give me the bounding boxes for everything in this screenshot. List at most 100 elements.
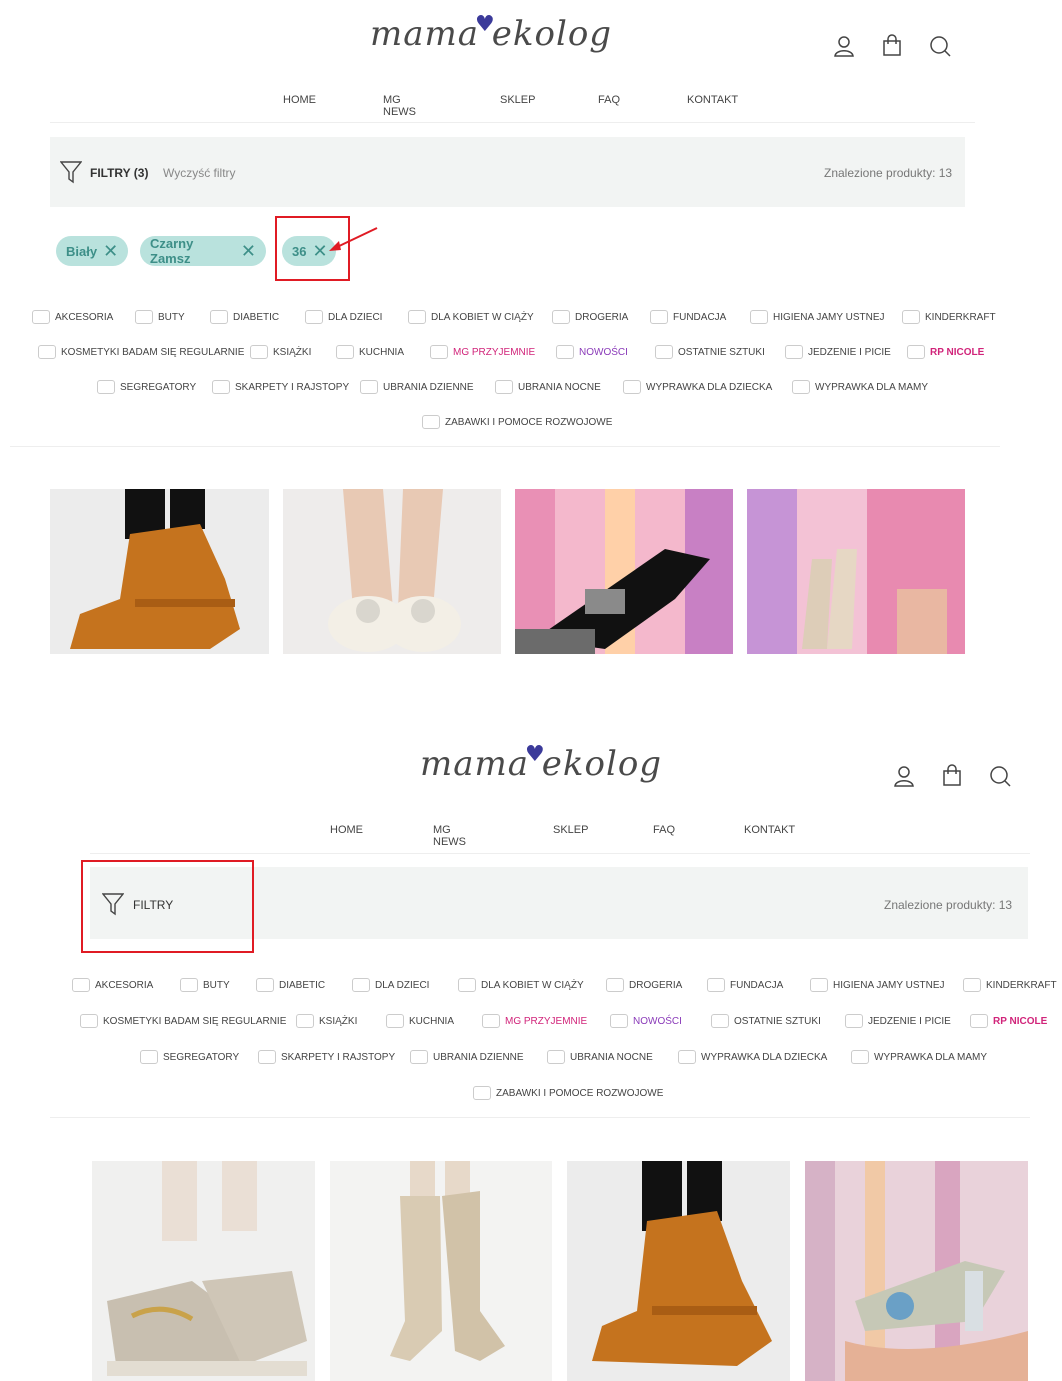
nav-mg-news[interactable]: MG NEWS	[383, 94, 416, 118]
category-dla-kobiet-w-ciazy[interactable]: DLA KOBIET W CIĄŻY	[408, 310, 534, 324]
category-drogeria[interactable]: DROGERIA	[552, 310, 628, 324]
category-akcesoria[interactable]: AKCESORIA	[32, 310, 113, 324]
user-icon[interactable]	[832, 34, 856, 58]
category-akcesoria[interactable]: AKCESORIA	[72, 978, 153, 992]
close-icon[interactable]: ✕	[241, 242, 256, 260]
search-icon[interactable]	[928, 34, 952, 58]
category-segregatory[interactable]: SEGREGATORY	[140, 1050, 239, 1064]
category-wyprawka-dla-mamy[interactable]: WYPRAWKA DLA MAMY	[851, 1050, 987, 1064]
category-dla-dzieci[interactable]: DLA DZIECI	[352, 978, 429, 992]
nav-mg-news[interactable]: MG NEWS	[433, 824, 466, 848]
category-wyprawka-dla-mamy[interactable]: WYPRAWKA DLA MAMY	[792, 380, 928, 394]
funnel-icon[interactable]	[60, 160, 82, 184]
divider	[10, 446, 1000, 447]
stroller-icon	[902, 310, 920, 324]
category-nowosci[interactable]: NOWOŚCI	[610, 1014, 682, 1028]
category-rp-nicole[interactable]: RP NICOLE	[907, 345, 984, 359]
category-jedzenie-i-picie[interactable]: JEDZENIE I PICIE	[785, 345, 891, 359]
category-buty[interactable]: BUTY	[135, 310, 185, 324]
category-diabetic[interactable]: DIABETIC	[210, 310, 279, 324]
category-mg-przyjemnie[interactable]: MG PRZYJEMNIE	[482, 1014, 587, 1028]
folder-icon	[140, 1050, 158, 1064]
product-image-clear-heel-sandal[interactable]	[805, 1161, 1028, 1381]
category-ostatnie-sztuki[interactable]: OSTATNIE SZTUKI	[655, 345, 765, 359]
divider	[50, 122, 975, 123]
product-image-suede-boot[interactable]	[567, 1161, 790, 1381]
user-icon[interactable]	[892, 764, 916, 788]
filter-chip-white[interactable]: Biały ✕	[56, 236, 128, 266]
search-icon[interactable]	[988, 764, 1012, 788]
kitchen-icon	[336, 345, 354, 359]
product-image-chain-loafers[interactable]	[92, 1161, 315, 1381]
lace-heels-image	[747, 489, 965, 654]
filter-toggle[interactable]: FILTRY (3)	[90, 166, 148, 180]
divider	[90, 853, 1030, 854]
pajamas-icon	[547, 1050, 565, 1064]
category-ubrania-nocne[interactable]: UBRANIA NOCNE	[547, 1050, 653, 1064]
category-kuchnia[interactable]: KUCHNIA	[386, 1014, 454, 1028]
bottle-icon	[482, 1014, 500, 1028]
category-zabawki[interactable]: ZABAWKI I POMOCE ROZWOJOWE	[473, 1086, 663, 1100]
category-ubrania-dzienne[interactable]: UBRANIA DZIENNE	[360, 380, 474, 394]
category-ubrania-dzienne[interactable]: UBRANIA DZIENNE	[410, 1050, 524, 1064]
category-ksiazki[interactable]: KSIĄŻKI	[296, 1014, 357, 1028]
category-kuchnia[interactable]: KUCHNIA	[336, 345, 404, 359]
category-higiena-jamy-ustnej[interactable]: HIGIENA JAMY USTNEJ	[810, 978, 945, 992]
category-drogeria[interactable]: DROGERIA	[606, 978, 682, 992]
category-zabawki[interactable]: ZABAWKI I POMOCE ROZWOJOWE	[422, 415, 612, 429]
sock-icon	[258, 1050, 276, 1064]
nav-kontakt[interactable]: KONTAKT	[687, 94, 738, 106]
clear-filters-link[interactable]: Wyczyść filtry	[163, 166, 236, 180]
category-rp-nicole[interactable]: RP NICOLE	[970, 1014, 1047, 1028]
nav-faq[interactable]: FAQ	[598, 94, 620, 106]
category-kinderkraft[interactable]: KINDERKRAFT	[902, 310, 996, 324]
category-higiena-jamy-ustnej[interactable]: HIGIENA JAMY USTNEJ	[750, 310, 885, 324]
category-segregatory[interactable]: SEGREGATORY	[97, 380, 196, 394]
tshirt-icon	[305, 310, 323, 324]
cowboy-boots-image	[330, 1161, 552, 1381]
product-image-lace-heels[interactable]	[747, 489, 965, 654]
site-logo[interactable]: mama♥ekolog	[370, 12, 612, 54]
category-buty[interactable]: BUTY	[180, 978, 230, 992]
filter-chip-black-suede[interactable]: Czarny Zamsz ✕	[140, 236, 266, 266]
book-icon	[296, 1014, 314, 1028]
bag-icon[interactable]	[940, 764, 964, 788]
nav-home[interactable]: HOME	[283, 94, 316, 106]
close-icon[interactable]: ✕	[103, 242, 118, 260]
category-kinderkraft[interactable]: KINDERKRAFT	[963, 978, 1057, 992]
gift-icon	[851, 1050, 869, 1064]
heart-icon	[655, 345, 673, 359]
product-image-suede-boot[interactable]	[50, 489, 269, 654]
nav-faq[interactable]: FAQ	[653, 824, 675, 836]
category-mg-przyjemnie[interactable]: MG PRZYJEMNIE	[430, 345, 535, 359]
site-logo[interactable]: mama♥ekolog	[420, 742, 662, 784]
category-ksiazki[interactable]: KSIĄŻKI	[250, 345, 311, 359]
category-fundacja[interactable]: FUNDACJA	[707, 978, 783, 992]
ribbon-icon	[707, 978, 725, 992]
category-dla-kobiet-w-ciazy[interactable]: DLA KOBIET W CIĄŻY	[458, 978, 584, 992]
nav-sklep[interactable]: SKLEP	[500, 94, 535, 106]
category-wyprawka-dla-dziecka[interactable]: WYPRAWKA DLA DZIECKA	[678, 1050, 827, 1064]
folder-icon	[97, 380, 115, 394]
product-image-black-pumps[interactable]	[515, 489, 733, 654]
product-image-cowboy-boots[interactable]	[330, 1161, 552, 1381]
category-kosmetyki[interactable]: KOSMETYKI BADAM SIĘ REGULARNIE	[38, 345, 244, 359]
book-icon	[250, 345, 268, 359]
category-skarpety[interactable]: SKARPETY I RAJSTOPY	[212, 380, 349, 394]
nav-sklep[interactable]: SKLEP	[553, 824, 588, 836]
bag-icon[interactable]	[880, 34, 904, 58]
category-kosmetyki[interactable]: KOSMETYKI BADAM SIĘ REGULARNIE	[80, 1014, 286, 1028]
category-ubrania-nocne[interactable]: UBRANIA NOCNE	[495, 380, 601, 394]
nav-home[interactable]: HOME	[330, 824, 363, 836]
nav-kontakt[interactable]: KONTAKT	[744, 824, 795, 836]
category-skarpety[interactable]: SKARPETY I RAJSTOPY	[258, 1050, 395, 1064]
category-dla-dzieci[interactable]: DLA DZIECI	[305, 310, 382, 324]
category-nowosci[interactable]: NOWOŚCI	[556, 345, 628, 359]
category-ostatnie-sztuki[interactable]: OSTATNIE SZTUKI	[711, 1014, 821, 1028]
category-jedzenie-i-picie[interactable]: JEDZENIE I PICIE	[845, 1014, 951, 1028]
category-fundacja[interactable]: FUNDACJA	[650, 310, 726, 324]
screenshot-panel-filtered: mama♥ekolog HOME MG NEWS SKLEP FAQ KONTA…	[0, 0, 1062, 660]
category-diabetic[interactable]: DIABETIC	[256, 978, 325, 992]
category-wyprawka-dla-dziecka[interactable]: WYPRAWKA DLA DZIECKA	[623, 380, 772, 394]
product-image-ballet-flats[interactable]	[283, 489, 501, 654]
